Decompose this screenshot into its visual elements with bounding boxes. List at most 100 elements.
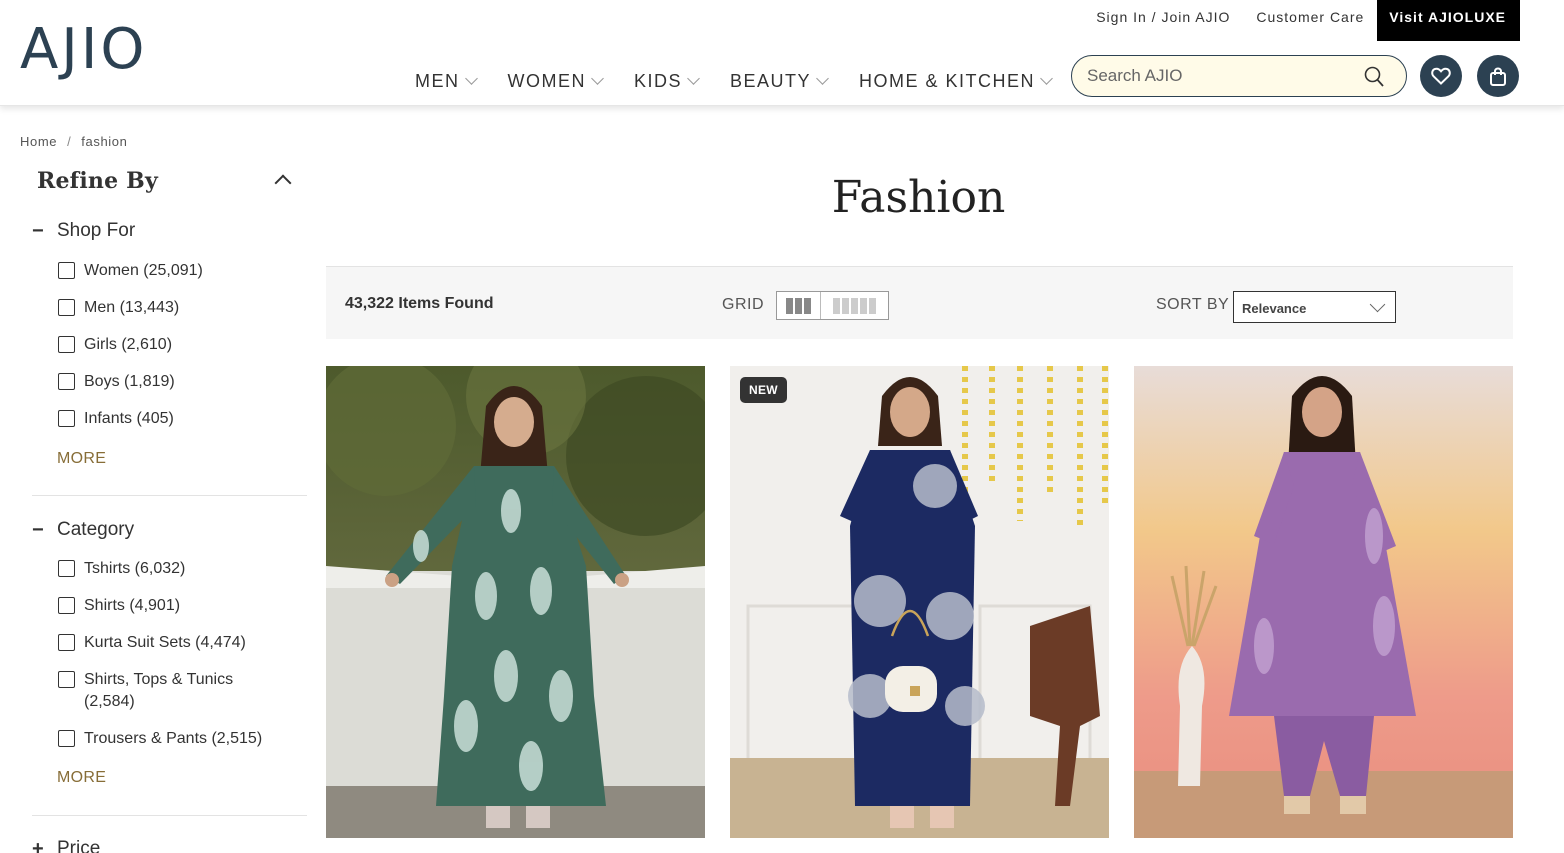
- filter-option[interactable]: Women (25,091): [58, 260, 203, 282]
- product-image[interactable]: [1134, 366, 1513, 838]
- chevron-down-icon: [464, 72, 478, 85]
- checkbox[interactable]: [58, 730, 75, 747]
- breadcrumb-home[interactable]: Home: [20, 134, 57, 149]
- filter-option[interactable]: Girls (2,610): [58, 334, 172, 356]
- search-bar: [1071, 55, 1407, 97]
- filter-option[interactable]: Trousers & Pants (2,515): [58, 728, 262, 750]
- search-input[interactable]: [1087, 64, 1347, 88]
- grid-3-columns-button[interactable]: [777, 292, 821, 319]
- divider: [32, 495, 307, 496]
- grid-5-columns-button[interactable]: [821, 292, 888, 319]
- grid-cell-icon: [785, 297, 793, 314]
- grid-cell-icon: [850, 297, 858, 314]
- sort-select[interactable]: Relevance: [1233, 291, 1396, 323]
- filter-option[interactable]: Shirts (4,901): [58, 595, 180, 617]
- checkbox[interactable]: [58, 560, 75, 577]
- checkbox[interactable]: [58, 597, 75, 614]
- expand-icon: +: [32, 838, 44, 853]
- checkbox[interactable]: [58, 373, 75, 390]
- site-header: AJIO Sign In / Join AJIO Customer Care V…: [0, 0, 1564, 106]
- chevron-down-icon: [591, 72, 604, 85]
- heart-icon: [1431, 67, 1451, 85]
- filter-option[interactable]: Infants (405): [58, 408, 174, 430]
- filter-option[interactable]: Men (13,443): [58, 297, 179, 319]
- product-card[interactable]: [326, 366, 705, 838]
- nav-men-label: MEN: [415, 70, 460, 91]
- checkbox[interactable]: [58, 262, 75, 279]
- shopping-bag-icon: [1490, 66, 1506, 86]
- sort-selected-value: Relevance: [1242, 301, 1307, 316]
- wishlist-button[interactable]: [1420, 55, 1462, 97]
- new-badge: NEW: [740, 377, 787, 403]
- checkbox[interactable]: [58, 336, 75, 353]
- ajio-logo[interactable]: AJIO: [20, 22, 147, 78]
- filter-price-header[interactable]: + Price: [32, 836, 307, 853]
- filter-shop-for: − Shop For Women (25,091) Men (13,443) G…: [32, 218, 307, 467]
- grid-toggle: [776, 291, 889, 320]
- nav-kids[interactable]: KIDS: [634, 68, 700, 94]
- filter-option[interactable]: Boys (1,819): [58, 371, 175, 393]
- chevron-down-icon: [687, 72, 700, 85]
- product-card[interactable]: NEW: [730, 366, 1109, 838]
- sign-in-link[interactable]: Sign In / Join AJIO: [1083, 0, 1243, 41]
- customer-care-link[interactable]: Customer Care: [1243, 0, 1377, 41]
- product-card[interactable]: [1134, 366, 1513, 838]
- filter-option-label: Infants (405): [84, 410, 174, 427]
- filter-option[interactable]: Kurta Suit Sets (4,474): [58, 632, 246, 654]
- grid-cell-icon: [803, 297, 811, 314]
- nav-women-label: WOMEN: [507, 70, 586, 91]
- nav-home-kitchen[interactable]: HOME & KITCHEN: [859, 68, 1053, 94]
- grid-cell-icon: [859, 297, 867, 314]
- product-image[interactable]: [730, 366, 1109, 838]
- main-nav: MEN WOMEN KIDS BEAUTY HOME & KITCHEN: [415, 68, 1083, 94]
- chevron-down-icon: [1369, 296, 1386, 313]
- filter-category: − Category Tshirts (6,032) Shirts (4,901…: [32, 517, 307, 786]
- nav-beauty-label: BEAUTY: [730, 70, 812, 91]
- grid-cell-icon: [794, 297, 802, 314]
- checkbox[interactable]: [58, 299, 75, 316]
- filter-price-label: Price: [57, 838, 101, 853]
- top-links: Sign In / Join AJIO Customer Care Visit …: [1083, 0, 1520, 41]
- filter-option-label: Tshirts (6,032): [84, 560, 186, 577]
- sort-by-label: SORT BY: [1156, 296, 1230, 313]
- bag-button[interactable]: [1477, 55, 1519, 97]
- filter-option[interactable]: Tshirts (6,032): [58, 558, 185, 580]
- nav-women[interactable]: WOMEN: [507, 68, 604, 94]
- grid-cell-icon: [868, 297, 876, 314]
- nav-beauty[interactable]: BEAUTY: [730, 68, 829, 94]
- breadcrumb-current: fashion: [81, 134, 128, 149]
- grid-label: GRID: [722, 296, 764, 313]
- chevron-down-icon: [1040, 72, 1053, 85]
- checkbox[interactable]: [58, 410, 75, 427]
- category-more-link[interactable]: MORE: [57, 769, 106, 787]
- refine-by-header[interactable]: Refine By: [37, 168, 299, 198]
- filter-shop-for-label: Shop For: [57, 220, 136, 241]
- page-title: Fashion: [831, 172, 1006, 223]
- grid-cell-icon: [832, 297, 840, 314]
- search-icon[interactable]: [1364, 66, 1384, 88]
- filter-price: + Price: [32, 836, 307, 853]
- checkbox[interactable]: [58, 634, 75, 651]
- divider: [32, 815, 307, 816]
- ajioluxe-link[interactable]: Visit AJIOLUXE: [1377, 0, 1520, 41]
- shop-for-more-link[interactable]: MORE: [57, 450, 106, 468]
- checkbox[interactable]: [58, 671, 75, 688]
- filter-option-label: Shirts, Tops & Tunics (2,584): [84, 671, 234, 710]
- items-found-count: 43,322 Items Found: [345, 295, 494, 312]
- filter-option-label: Girls (2,610): [84, 336, 173, 353]
- refine-by-title: Refine By: [37, 168, 158, 194]
- filter-option[interactable]: Shirts, Tops & Tunics (2,584): [58, 669, 248, 713]
- grid-cell-icon: [841, 297, 849, 314]
- nav-men[interactable]: MEN: [415, 68, 478, 94]
- filter-option-label: Boys (1,819): [84, 373, 175, 390]
- filter-option-label: Trousers & Pants (2,515): [84, 730, 263, 747]
- nav-kids-label: KIDS: [634, 70, 683, 91]
- results-toolbar: 43,322 Items Found GRID SORT BY Relevanc…: [326, 266, 1513, 339]
- collapse-icon: −: [32, 519, 44, 541]
- filter-option-label: Men (13,443): [84, 299, 180, 316]
- filter-shop-for-header[interactable]: − Shop For: [32, 218, 307, 244]
- filter-category-header[interactable]: − Category: [32, 517, 307, 543]
- product-image[interactable]: [326, 366, 705, 838]
- breadcrumb: Home / fashion: [20, 134, 127, 149]
- filter-option-label: Kurta Suit Sets (4,474): [84, 634, 246, 651]
